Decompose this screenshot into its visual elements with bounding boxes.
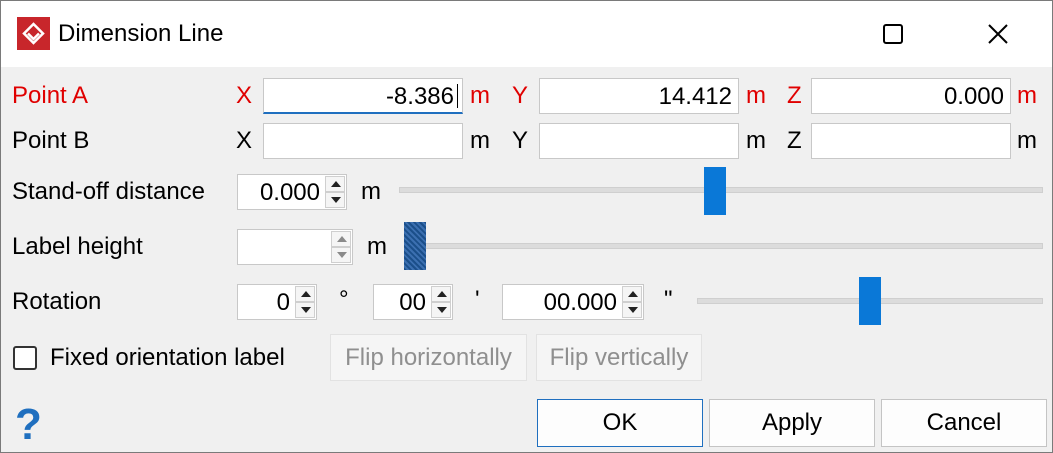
- point-a-z-value: 0.000: [943, 83, 1004, 110]
- standoff-unit: m: [361, 178, 381, 205]
- rotation-label: Rotation: [12, 288, 102, 315]
- rotation-seconds-spinbox[interactable]: 00.000: [502, 284, 644, 320]
- spin-down-button[interactable]: [622, 302, 642, 318]
- close-icon: [988, 24, 1008, 44]
- minutes-spin-arrows: [431, 286, 451, 318]
- rotation-minutes-value: 00: [399, 289, 426, 316]
- point-a-z-input[interactable]: 0.000: [811, 78, 1011, 114]
- spin-up-button[interactable]: [295, 286, 315, 302]
- standoff-spin-arrows: [325, 176, 345, 208]
- label-height-slider-thumb[interactable]: [404, 222, 426, 270]
- ok-button[interactable]: OK: [537, 399, 703, 447]
- rotation-degrees-value: 0: [276, 289, 290, 316]
- point-a-z-unit: m: [1017, 82, 1037, 109]
- maximize-button[interactable]: [841, 1, 945, 67]
- spin-up-button[interactable]: [622, 286, 642, 302]
- dimension-line-icon: [17, 17, 50, 50]
- point-b-z-label: Z: [787, 127, 802, 154]
- spin-down-button[interactable]: [431, 302, 451, 318]
- point-b-x-unit: m: [470, 127, 490, 154]
- standoff-spinbox[interactable]: 0.000: [237, 174, 347, 210]
- standoff-slider-thumb[interactable]: [703, 167, 726, 215]
- standoff-label: Stand-off distance: [12, 178, 206, 205]
- label-height-unit: m: [367, 233, 387, 260]
- dimension-line-dialog: Dimension Line Point A X -8.386 m Y 14.4…: [0, 0, 1053, 453]
- spin-down-button[interactable]: [295, 302, 315, 318]
- point-b-y-label: Y: [512, 127, 529, 154]
- point-a-x-input[interactable]: -8.386: [263, 78, 463, 114]
- spin-down-button[interactable]: [331, 247, 351, 263]
- flip-vertically-button[interactable]: Flip vertically: [536, 334, 702, 381]
- seconds-spin-arrows: [622, 286, 642, 318]
- label-height-spinbox[interactable]: [237, 229, 353, 265]
- point-a-y-unit: m: [746, 82, 766, 109]
- degree-symbol: °: [339, 286, 349, 313]
- point-a-x-unit: m: [470, 82, 490, 109]
- spin-down-button[interactable]: [325, 192, 345, 208]
- text-cursor: [457, 84, 458, 108]
- point-b-z-unit: m: [1017, 127, 1037, 154]
- title-bar[interactable]: Dimension Line: [1, 1, 1052, 67]
- point-a-label: Point A: [12, 82, 89, 109]
- point-b-x-input[interactable]: [263, 123, 463, 159]
- flip-horizontally-button[interactable]: Flip horizontally: [330, 334, 527, 381]
- label-height-slider-track[interactable]: [404, 243, 1043, 249]
- degrees-spin-arrows: [295, 286, 315, 318]
- label-height-label: Label height: [12, 233, 143, 260]
- help-icon[interactable]: ?: [15, 403, 42, 447]
- point-a-y-input[interactable]: 14.412: [539, 78, 739, 114]
- point-b-x-label: X: [236, 127, 253, 154]
- point-a-z-label: Z: [787, 82, 802, 109]
- point-a-x-label: X: [236, 82, 253, 109]
- spin-up-button[interactable]: [325, 176, 345, 192]
- point-a-y-label: Y: [512, 82, 529, 109]
- point-b-y-input[interactable]: [539, 123, 739, 159]
- apply-button[interactable]: Apply: [709, 399, 875, 447]
- fixed-orientation-checkbox[interactable]: [13, 346, 37, 370]
- rotation-minutes-spinbox[interactable]: 00: [373, 284, 453, 320]
- second-symbol: ": [664, 286, 673, 313]
- spin-up-button[interactable]: [331, 231, 351, 247]
- point-b-y-unit: m: [746, 127, 766, 154]
- rotation-slider-thumb[interactable]: [859, 277, 881, 325]
- close-button[interactable]: [946, 1, 1050, 67]
- rotation-degrees-spinbox[interactable]: 0: [237, 284, 317, 320]
- minute-symbol: ': [475, 286, 480, 313]
- fixed-orientation-label: Fixed orientation label: [50, 344, 285, 371]
- point-b-label: Point B: [12, 127, 90, 154]
- maximize-icon: [883, 24, 903, 44]
- point-a-x-value: -8.386: [385, 83, 454, 110]
- point-a-y-value: 14.412: [658, 83, 732, 110]
- rotation-seconds-value: 00.000: [543, 289, 617, 316]
- standoff-value: 0.000: [259, 179, 320, 206]
- cancel-button[interactable]: Cancel: [881, 399, 1047, 447]
- label-height-spin-arrows: [331, 231, 351, 263]
- window-title: Dimension Line: [58, 20, 224, 47]
- spin-up-button[interactable]: [431, 286, 451, 302]
- point-b-z-input[interactable]: [811, 123, 1011, 159]
